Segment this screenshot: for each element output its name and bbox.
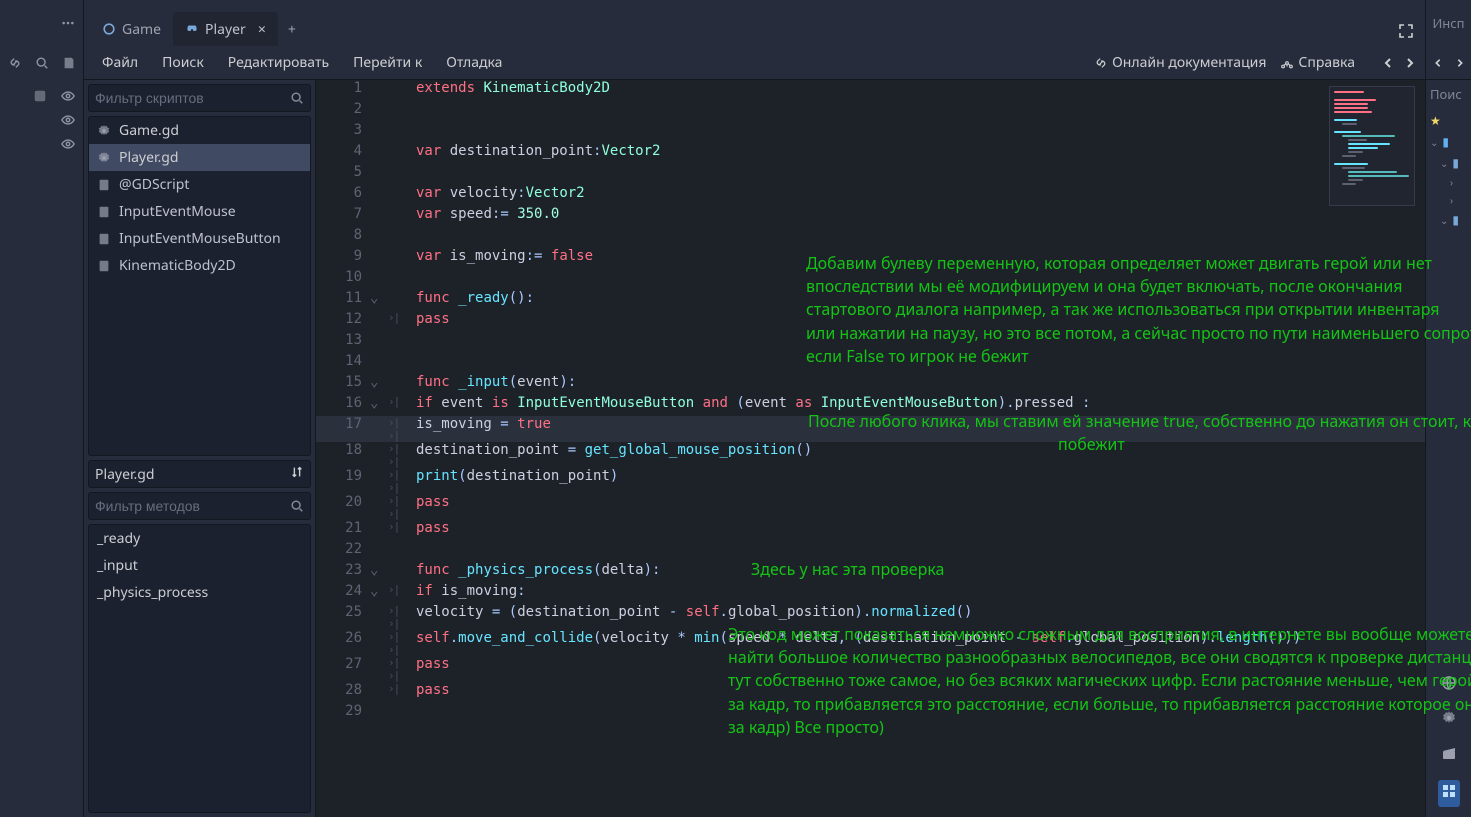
script-item-gdscript[interactable]: @GDScript (89, 171, 310, 198)
fav-item[interactable]: ★ (1430, 112, 1467, 129)
sort-icon[interactable] (290, 465, 304, 484)
clapper-icon[interactable] (1441, 745, 1457, 766)
gear-icon (97, 124, 113, 138)
globe-icon[interactable] (1441, 675, 1457, 696)
nav-back-icon[interactable] (1429, 54, 1447, 72)
help-link[interactable]: Справка (1280, 53, 1355, 72)
fullscreen-icon[interactable] (1397, 22, 1415, 40)
star-icon: ★ (1430, 112, 1441, 129)
nav-fwd-icon[interactable] (1451, 54, 1469, 72)
link-icon[interactable] (6, 54, 23, 72)
script-item-game[interactable]: Game.gd (89, 117, 310, 144)
script-icon[interactable] (60, 54, 77, 72)
scripts-panel: Game.gd Player.gd @GDScript InputEventMo… (84, 80, 316, 817)
script-item-inputmouse[interactable]: InputEventMouse (89, 198, 310, 225)
file-item[interactable]: › (1450, 193, 1467, 207)
file-tabs: Game Player × + (84, 0, 1425, 46)
folder-item[interactable]: ⌄▮ (1430, 133, 1467, 150)
method-filter[interactable] (88, 492, 311, 520)
visibility-icon[interactable] (59, 111, 77, 129)
method-list: _ready _input _physics_process (88, 524, 311, 813)
nav-fwd-icon[interactable] (1401, 54, 1419, 72)
script-filter[interactable] (88, 84, 311, 112)
folder-item[interactable]: ⌄▮ (1440, 154, 1467, 171)
grid-icon[interactable] (1438, 780, 1460, 807)
search-icon[interactable] (33, 54, 50, 72)
script-list: Game.gd Player.gd @GDScript InputEventMo… (88, 116, 311, 456)
script-menu-bar: Файл Поиск Редактировать Перейти к Отлад… (84, 46, 1425, 80)
file-item[interactable]: › (1450, 175, 1467, 189)
script-row-icon[interactable] (31, 87, 49, 105)
method-physics[interactable]: _physics_process (89, 579, 310, 606)
menu-debug[interactable]: Отладка (434, 46, 514, 79)
script-item-inputmousebutton[interactable]: InputEventMouseButton (89, 225, 310, 252)
gear-icon[interactable] (1441, 710, 1457, 731)
inspector-title: Инсп (1426, 0, 1471, 46)
new-tab-button[interactable]: + (278, 12, 306, 46)
right-toolbar (1426, 665, 1471, 817)
method-ready[interactable]: _ready (89, 525, 310, 552)
visibility-icon[interactable] (59, 135, 77, 153)
online-docs-link[interactable]: Онлайн документация (1094, 53, 1266, 72)
inspector-strip: Инсп Поис ★ ⌄▮ ⌄▮ › › ⌄▮ (1425, 0, 1471, 817)
tab-player-label: Player (205, 20, 246, 39)
doc-icon (97, 232, 113, 246)
tab-game[interactable]: Game (90, 12, 173, 46)
menu-search[interactable]: Поиск (150, 46, 216, 79)
menu-edit[interactable]: Редактировать (216, 46, 341, 79)
method-filter-input[interactable] (95, 498, 290, 514)
current-script-box[interactable]: Player.gd (88, 460, 311, 488)
close-icon[interactable]: × (258, 20, 266, 39)
doc-icon (97, 205, 113, 219)
doc-icon (97, 178, 113, 192)
minimap[interactable] (1329, 86, 1415, 206)
gear-icon (97, 151, 113, 165)
menu-file[interactable]: Файл (90, 46, 150, 79)
tab-player[interactable]: Player × (173, 12, 278, 46)
folder-icon: ▮ (1452, 211, 1459, 228)
folder-item[interactable]: ⌄▮ (1440, 211, 1467, 228)
method-input[interactable]: _input (89, 552, 310, 579)
folder-icon: ▮ (1452, 154, 1459, 171)
code-editor[interactable]: 1extends KinematicBody2D 2 3 4var destin… (316, 80, 1425, 817)
folder-icon: ▮ (1442, 133, 1449, 150)
script-item-kinematic[interactable]: KinematicBody2D (89, 252, 310, 279)
visibility-icon[interactable] (59, 87, 77, 105)
menu-dots-icon[interactable] (59, 14, 77, 32)
menu-goto[interactable]: Перейти к (341, 46, 434, 79)
doc-icon (97, 259, 113, 273)
scene-dock-strip (0, 0, 84, 817)
nav-back-icon[interactable] (1379, 54, 1397, 72)
inspector-search[interactable]: Поис (1426, 80, 1471, 108)
script-filter-input[interactable] (95, 90, 290, 106)
script-item-player[interactable]: Player.gd (89, 144, 310, 171)
tab-game-label: Game (122, 20, 161, 39)
